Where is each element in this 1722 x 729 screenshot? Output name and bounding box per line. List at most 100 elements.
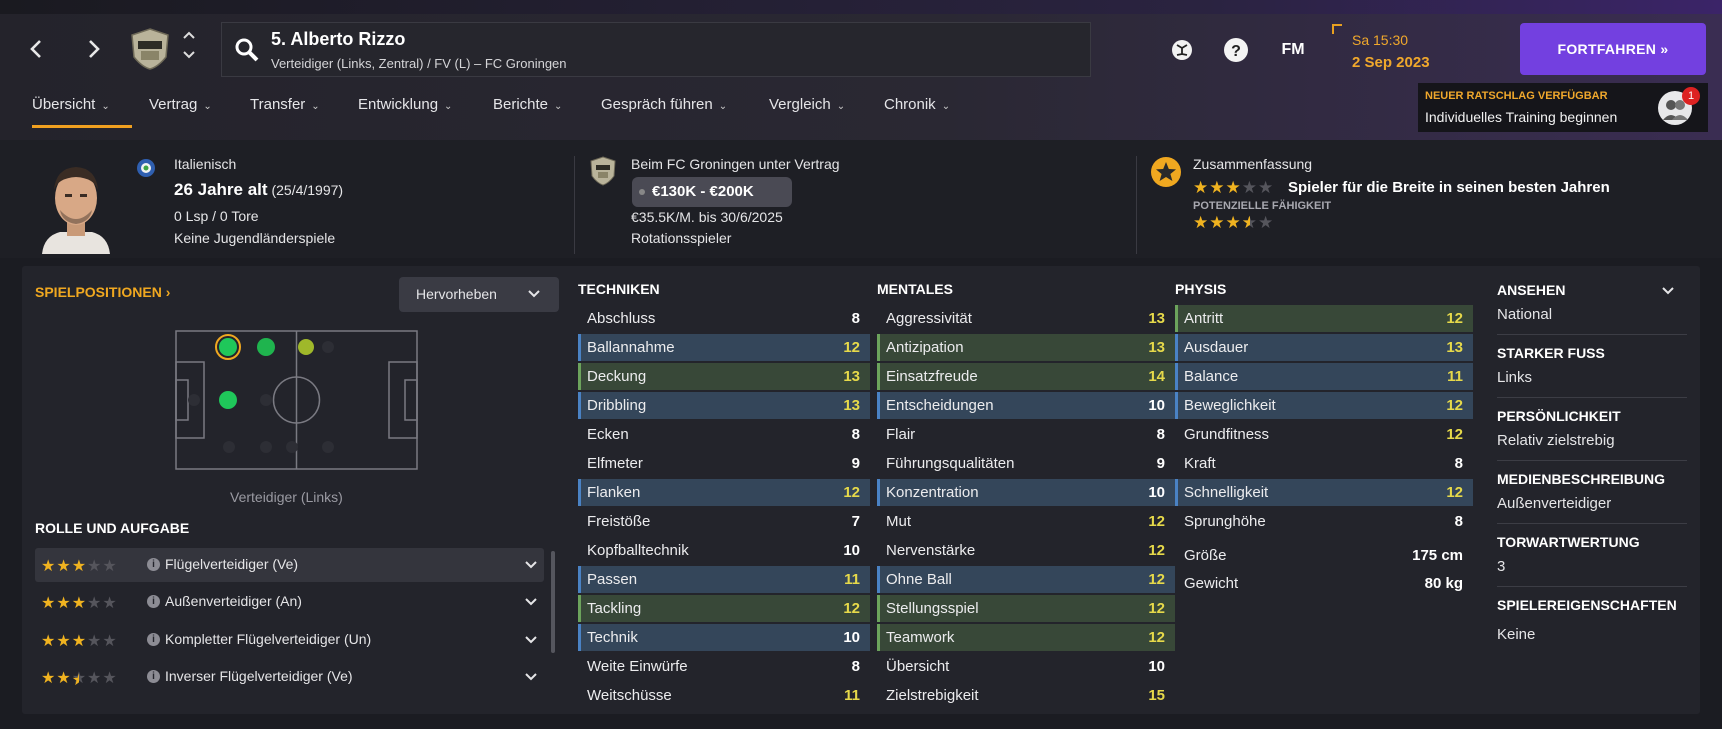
attribute-row[interactable]: Flair 8 [877, 421, 1175, 448]
role-item[interactable]: ★★★★★ i Flügelverteidiger (Ve) [35, 548, 544, 582]
attribute-row[interactable]: Ballannahme 12 [578, 334, 870, 361]
attribute-row[interactable]: Weite Einwürfe 8 [578, 653, 870, 680]
tab-label: Vergleich [769, 96, 831, 113]
forward-arrow-icon[interactable] [78, 32, 108, 66]
attribute-row[interactable]: Nervenstärke 12 [877, 537, 1175, 564]
chevron-down-icon[interactable] [524, 592, 538, 613]
attribute-row[interactable]: Kraft 8 [1175, 450, 1473, 477]
player-search-box[interactable]: 5. Alberto Rizzo Verteidiger (Links, Zen… [221, 22, 1091, 77]
attribute-row[interactable]: Konzentration 10 [877, 479, 1175, 506]
attribute-value: 14 [1148, 368, 1165, 385]
attribute-name: Freistöße [587, 513, 651, 530]
attribute-row[interactable]: Abschluss 8 [578, 305, 870, 332]
attribute-row[interactable]: Übersicht 10 [877, 653, 1175, 680]
attribute-row[interactable]: Teamwork 12 [877, 624, 1175, 651]
highlight-dropdown[interactable]: Hervorheben [399, 277, 559, 312]
world-soccer-icon[interactable] [1168, 36, 1196, 64]
club-crest-icon[interactable] [128, 27, 172, 71]
attribute-row[interactable]: Ohne Ball 12 [877, 566, 1175, 593]
role-item[interactable]: ★★★★★ i Kompletter Flügelverteidiger (Un… [35, 623, 544, 657]
attribute-row[interactable]: Ausdauer 13 [1175, 334, 1473, 361]
attribute-name: Technik [587, 629, 638, 646]
attribute-row[interactable]: Flanken 12 [578, 479, 870, 506]
fm-menu-button[interactable]: FM [1276, 36, 1310, 64]
game-time: Sa 15:30 [1352, 32, 1409, 48]
attribute-row[interactable]: Freistöße 7 [578, 508, 870, 535]
chevron-down-icon[interactable] [524, 667, 538, 688]
tab-transfer[interactable]: Transfer ⌄ [250, 96, 320, 130]
tab-reports[interactable]: Berichte ⌄ [493, 96, 562, 130]
attribute-row[interactable]: Schnelligkeit 12 [1175, 479, 1473, 506]
summary-text: Spieler für die Breite in seinen besten … [1288, 179, 1610, 196]
info-icon[interactable]: i [147, 595, 160, 608]
help-icon[interactable]: ? [1222, 36, 1250, 64]
info-icon[interactable]: i [147, 633, 160, 646]
attribute-value: 7 [851, 513, 860, 530]
attribute-row[interactable]: Mut 12 [877, 508, 1175, 535]
positions-heading[interactable]: SPIELPOSITIONEN › [35, 284, 170, 300]
attribute-value: 8 [851, 310, 860, 327]
tab-history[interactable]: Chronik ⌄ [884, 96, 950, 130]
attribute-row[interactable]: Einsatzfreude 14 [877, 363, 1175, 390]
attribute-row[interactable]: Balance 11 [1175, 363, 1473, 390]
search-icon[interactable] [234, 37, 260, 63]
attribute-row[interactable]: Deckung 13 [578, 363, 870, 390]
back-arrow-icon[interactable] [22, 32, 52, 66]
attribute-row[interactable]: Technik 10 [578, 624, 870, 651]
advice-notification[interactable]: NEUER RATSCHLAG VERFÜGBAR Individuelles … [1418, 83, 1708, 132]
chevron-down-icon[interactable] [524, 630, 538, 651]
attribute-name: Passen [587, 571, 638, 588]
attribute-row[interactable]: Dribbling 13 [578, 392, 870, 419]
attribute-value: 12 [1148, 571, 1165, 588]
attribute-value: 15 [1148, 687, 1165, 704]
chevron-down-icon: ⌄ [836, 101, 846, 112]
attribute-row[interactable]: Entscheidungen 10 [877, 392, 1175, 419]
attribute-row[interactable]: Weitschüsse 11 [578, 682, 870, 709]
tab-interaction[interactable]: Gespräch führen ⌄ [601, 96, 727, 130]
chevron-down-icon[interactable] [524, 555, 538, 576]
attribute-value: 10 [1148, 397, 1165, 414]
roles-scrollbar[interactable] [551, 551, 555, 653]
attribute-row[interactable]: Antritt 12 [1175, 305, 1473, 332]
attribute-value: 10 [843, 542, 860, 559]
info-icon[interactable]: i [147, 558, 160, 571]
attribute-name: Antizipation [886, 339, 964, 356]
role-item[interactable]: ★★★★★★ i Inverser Flügelverteidiger (Ve) [35, 660, 544, 694]
attribute-row[interactable]: Grundfitness 12 [1175, 421, 1473, 448]
info-label: TORWARTWERTUNG [1497, 534, 1640, 550]
attribute-name: Weitschüsse [587, 687, 672, 704]
attribute-value: 12 [843, 600, 860, 617]
attribute-row[interactable]: Kopfballtechnik 10 [578, 537, 870, 564]
attribute-name: Nervenstärke [886, 542, 976, 559]
attribute-row[interactable]: Führungsqualitäten 9 [877, 450, 1175, 477]
attribute-value: 13 [843, 397, 860, 414]
attribute-row[interactable]: Tackling 12 [578, 595, 870, 622]
tab-compare[interactable]: Vergleich ⌄ [769, 96, 845, 130]
tab-overview[interactable]: Übersicht ⌄ [32, 96, 132, 130]
physical-measure-row: Gewicht 80 kg [1175, 570, 1473, 597]
continue-button[interactable]: FORTFAHREN » [1520, 23, 1706, 75]
info-icon[interactable]: i [147, 670, 160, 683]
info-value: Links [1497, 369, 1533, 386]
tab-contract[interactable]: Vertrag ⌄ [149, 96, 212, 130]
attribute-row[interactable]: Stellungsspiel 12 [877, 595, 1175, 622]
attribute-name: Teamwork [886, 629, 955, 646]
role-item[interactable]: ★★★★★ i Außenverteidiger (An) [35, 585, 544, 619]
attribute-row[interactable]: Ecken 8 [578, 421, 870, 448]
chevron-up-icon[interactable] [180, 28, 198, 47]
chevron-down-icon[interactable] [1661, 284, 1675, 303]
attribute-row[interactable]: Passen 11 [578, 566, 870, 593]
attribute-value: 12 [843, 339, 860, 356]
chevron-down-icon[interactable] [180, 48, 198, 67]
attribute-row[interactable]: Aggressivität 13 [877, 305, 1175, 332]
tab-development[interactable]: Entwicklung ⌄ [358, 96, 452, 130]
tab-label: Transfer [250, 96, 306, 113]
attribute-row[interactable]: Sprunghöhe 8 [1175, 508, 1473, 535]
divider [1497, 334, 1687, 335]
attribute-row[interactable]: Elfmeter 9 [578, 450, 870, 477]
player-photo [36, 154, 116, 254]
attribute-row[interactable]: Antizipation 13 [877, 334, 1175, 361]
attribute-value: 12 [1446, 397, 1463, 414]
attribute-row[interactable]: Beweglichkeit 12 [1175, 392, 1473, 419]
attribute-row[interactable]: Zielstrebigkeit 15 [877, 682, 1175, 709]
